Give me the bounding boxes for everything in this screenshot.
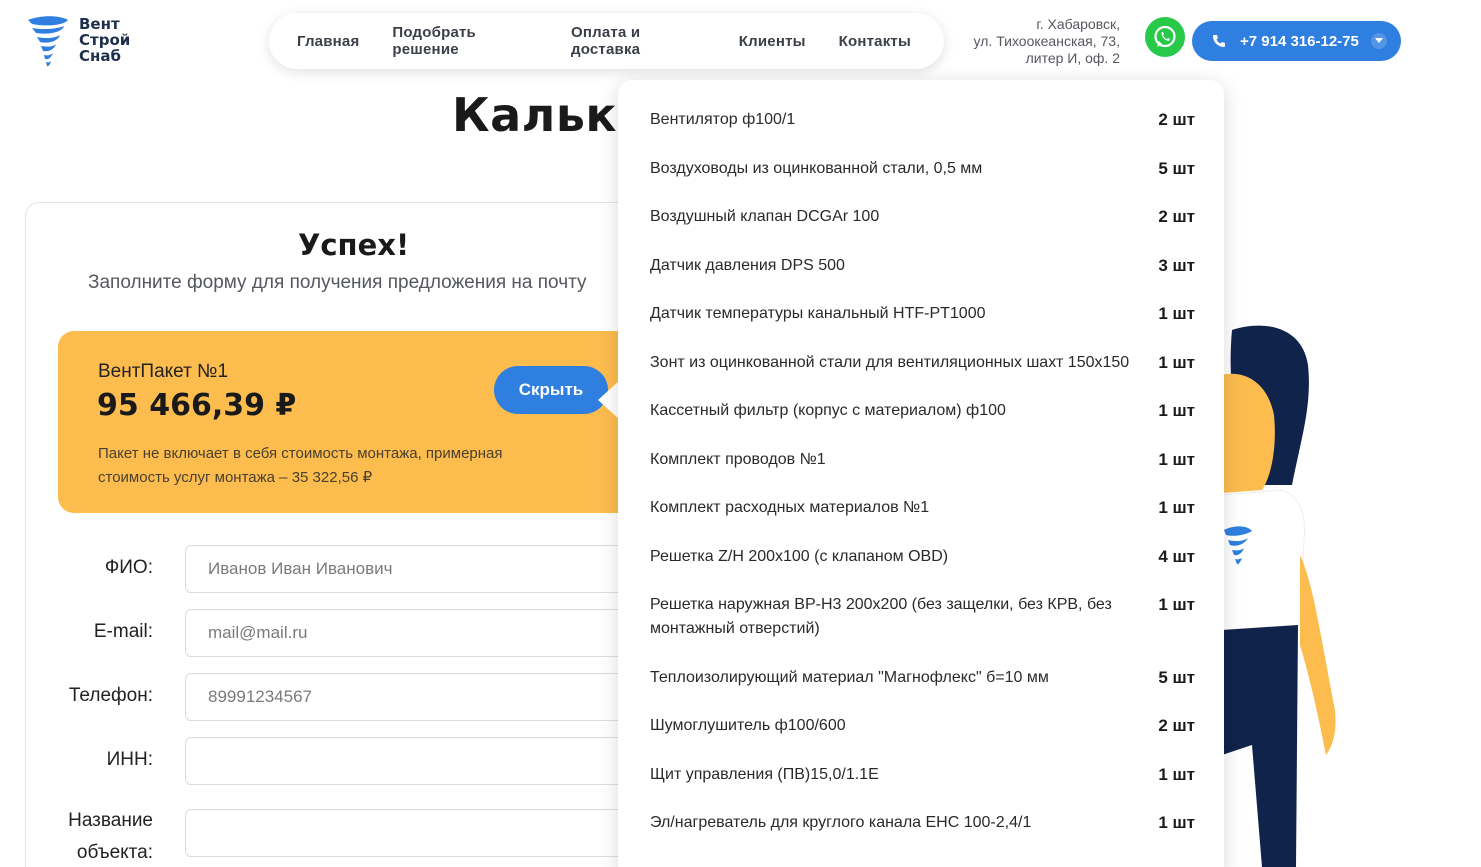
list-item: Датчик температуры канальный HTF-PT1000 1…: [650, 302, 1195, 326]
phone-button[interactable]: +7 914 316-12-75: [1192, 21, 1401, 61]
item-qty: 5 шт: [1158, 159, 1195, 178]
item-name: Датчик давления DPS 500: [650, 257, 845, 274]
item-qty: 5 шт: [1158, 668, 1195, 687]
item-name: Щит управления (ПВ)15,0/1.1Е: [650, 766, 879, 783]
object-label: Название объекта:: [68, 805, 153, 867]
item-qty: 1 шт: [1158, 498, 1195, 517]
logo-text: Вент Строй Снаб: [79, 16, 130, 64]
item-qty: 1 шт: [1158, 765, 1195, 784]
item-name: Шумоглушитель ф100/600: [650, 717, 846, 734]
nav-item-contacts[interactable]: Контакты: [839, 33, 911, 50]
nav-item-solution[interactable]: Подобрать решение: [392, 24, 538, 58]
nav-item-payment[interactable]: Оплата и доставка: [571, 24, 706, 58]
success-title: Успех!: [298, 228, 410, 262]
fio-input[interactable]: [185, 545, 685, 593]
item-qty: 1 шт: [1158, 813, 1195, 832]
item-qty: 2 шт: [1158, 110, 1195, 129]
object-label-line-1: Название: [68, 810, 153, 831]
success-subtitle: Заполните форму для получения предложени…: [88, 272, 587, 293]
address-line-2: ул. Тихоокеанская, 73,: [973, 33, 1120, 49]
list-item: Шумоглушитель ф100/600 2 шт: [650, 714, 1195, 738]
address-line-1: г. Хабаровск,: [1036, 16, 1120, 32]
list-item: Щит управления (ПВ)15,0/1.1Е 1 шт: [650, 763, 1195, 787]
main-nav: Главная Подобрать решение Оплата и доста…: [269, 13, 944, 69]
email-label: E-mail:: [93, 621, 153, 642]
fio-label: ФИО:: [104, 557, 153, 578]
phone-input[interactable]: [185, 673, 685, 721]
phone-label: Телефон:: [68, 685, 153, 706]
inn-label: ИНН:: [106, 749, 153, 770]
package-note: Пакет не включает в себя стоимость монта…: [98, 445, 503, 486]
list-item: Комплект проводов №1 1 шт: [650, 448, 1195, 472]
list-item: Комплект расходных материалов №1 1 шт: [650, 496, 1195, 520]
list-item: Решетка Z/H 200x100 (с клапаном OBD) 4 шт: [650, 545, 1195, 569]
item-qty: 2 шт: [1158, 207, 1195, 226]
package-price: 95 466,39 ₽: [97, 388, 297, 423]
hide-button[interactable]: Скрыть: [494, 366, 608, 414]
address: г. Хабаровск, ул. Тихоокеанская, 73, лит…: [950, 16, 1120, 67]
item-qty: 3 шт: [1158, 256, 1195, 275]
nav-item-clients[interactable]: Клиенты: [739, 33, 806, 50]
object-label-line-2: объекта:: [76, 842, 153, 863]
package-name: ВентПакет №1: [98, 361, 229, 382]
list-item: Вентилятор ф100/1 2 шт: [650, 108, 1195, 132]
item-qty: 1 шт: [1158, 595, 1195, 614]
person-illustration: [1222, 325, 1336, 867]
chevron-down-icon[interactable]: [1371, 33, 1387, 49]
whatsapp-icon: [1154, 25, 1176, 48]
item-name: Эл/нагреватель для круглого канала ЕНС 1…: [650, 814, 1032, 831]
item-name: Зонт из оцинкованной стали для вентиляци…: [650, 354, 1130, 371]
item-qty: 1 шт: [1158, 450, 1195, 469]
object-input[interactable]: [185, 809, 685, 857]
tornado-logo-icon: [28, 16, 68, 67]
item-name: Воздуховоды из оцинкованной стали, 0,5 м…: [650, 160, 983, 177]
list-item: Теплоизолирующий материал "Магнофлекс" б…: [650, 666, 1195, 690]
item-name: Решетка наружная ВР-Н3 200х200 (без заще…: [650, 596, 1112, 637]
phone-icon: [1212, 34, 1226, 48]
email-input[interactable]: [185, 609, 685, 657]
list-item: Датчик давления DPS 500 3 шт: [650, 254, 1195, 278]
item-name: Комплект расходных материалов №1: [650, 499, 930, 516]
list-item: Решетка наружная ВР-Н3 200х200 (без заще…: [650, 593, 1195, 641]
item-name: Датчик температуры канальный HTF-PT1000: [650, 305, 986, 322]
site-logo[interactable]: Вент Строй Снаб: [26, 12, 156, 70]
item-name: Решетка Z/H 200x100 (с клапаном OBD): [650, 548, 949, 565]
address-line-3: литер И, оф. 2: [1025, 50, 1120, 66]
logo-line-1: Вент: [79, 15, 120, 33]
logo-line-3: Снаб: [79, 47, 121, 65]
list-item: Воздуховоды из оцинкованной стали, 0,5 м…: [650, 157, 1195, 181]
item-name: Кассетный фильтр (корпус с материалом) ф…: [650, 402, 1006, 419]
item-name: Теплоизолирующий материал "Магнофлекс" б…: [650, 669, 1049, 686]
logo-line-2: Строй: [79, 31, 131, 49]
list-item: Зонт из оцинкованной стали для вентиляци…: [650, 351, 1195, 375]
item-qty: 1 шт: [1158, 304, 1195, 323]
item-name: Воздушный клапан DCGAr 100: [650, 208, 880, 225]
inn-input[interactable]: [185, 737, 685, 785]
item-qty: 1 шт: [1158, 353, 1195, 372]
item-name: Вентилятор ф100/1: [650, 111, 796, 128]
list-item: Эл/нагреватель для круглого канала ЕНС 1…: [650, 811, 1195, 835]
item-qty: 1 шт: [1158, 401, 1195, 420]
item-name: Комплект проводов №1: [650, 451, 826, 468]
dropdown-pointer: [598, 380, 620, 420]
package-items-dropdown: Вентилятор ф100/1 2 шт Воздуховоды из оци…: [618, 80, 1224, 867]
item-qty: 4 шт: [1158, 547, 1195, 566]
phone-number: +7 914 316-12-75: [1240, 32, 1359, 50]
whatsapp-button[interactable]: [1145, 17, 1185, 57]
list-item: Воздушный клапан DCGAr 100 2 шт: [650, 205, 1195, 229]
list-item: Кассетный фильтр (корпус с материалом) ф…: [650, 399, 1195, 423]
nav-item-home[interactable]: Главная: [297, 33, 359, 50]
item-qty: 2 шт: [1158, 716, 1195, 735]
